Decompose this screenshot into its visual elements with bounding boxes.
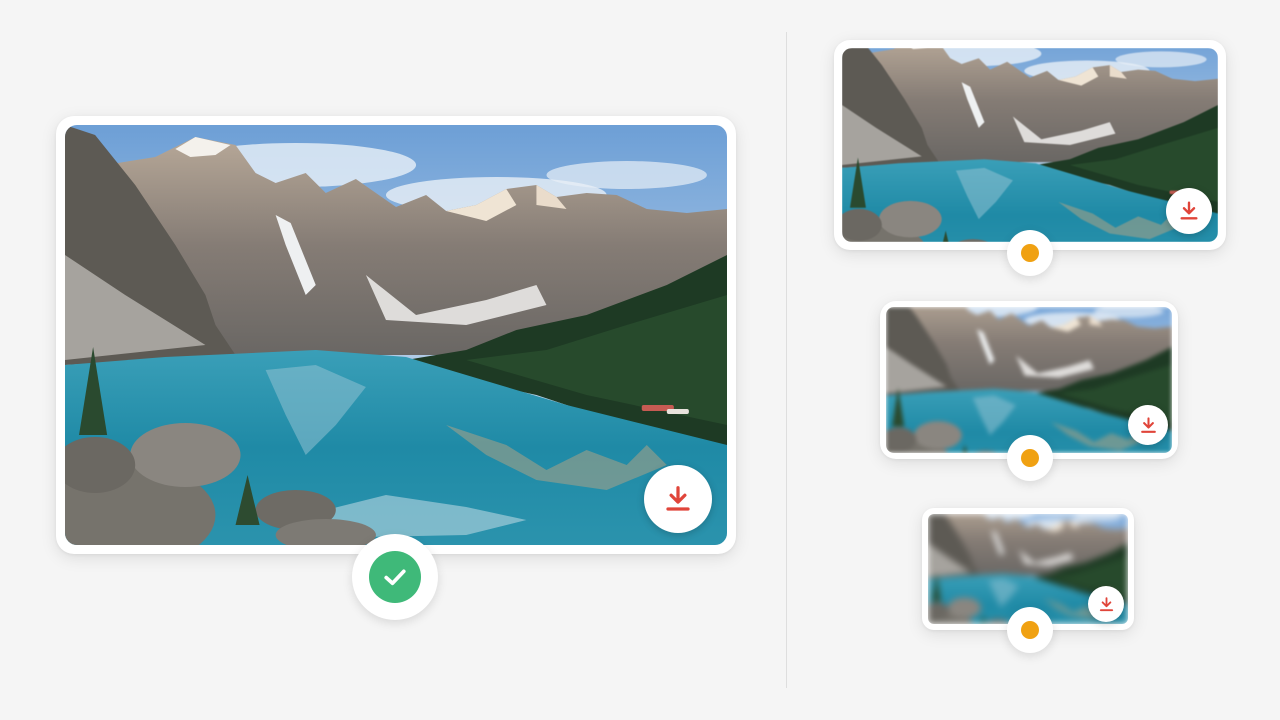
download-button[interactable]	[1128, 405, 1168, 445]
landscape-photo	[65, 125, 727, 545]
download-icon	[1140, 416, 1156, 433]
download-button[interactable]	[1088, 586, 1124, 622]
download-button[interactable]	[644, 465, 712, 533]
pending-status-badge	[1007, 607, 1053, 653]
download-icon	[1099, 596, 1113, 611]
selected-status-badge	[352, 534, 438, 620]
download-icon	[666, 486, 690, 511]
pending-status-badge	[1007, 230, 1053, 276]
column-divider	[786, 32, 787, 688]
check-icon	[369, 551, 421, 603]
pending-dot-icon	[1021, 449, 1039, 467]
pending-dot-icon	[1021, 244, 1039, 262]
variant-card-1[interactable]	[834, 40, 1226, 250]
download-button[interactable]	[1166, 188, 1212, 234]
download-icon	[1180, 201, 1198, 220]
selected-image-card[interactable]	[56, 116, 736, 554]
pending-status-badge	[1007, 435, 1053, 481]
pending-dot-icon	[1021, 621, 1039, 639]
landscape-photo-variant-1	[842, 48, 1218, 242]
